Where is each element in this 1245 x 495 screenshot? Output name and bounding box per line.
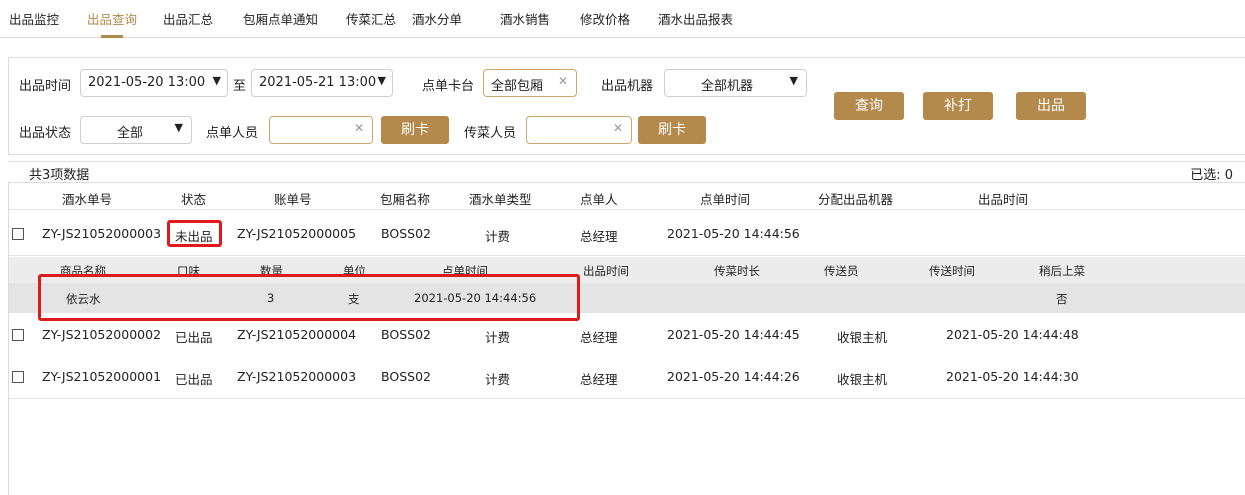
table-left-border <box>8 183 9 495</box>
table-value: 全部包厢 <box>491 79 544 94</box>
tab-drink-report[interactable]: 酒水出品报表 <box>658 9 733 28</box>
tab-drink-sales[interactable]: 酒水销售 <box>500 9 550 28</box>
col-bill-no: 账单号 <box>274 192 312 207</box>
room: BOSS02 <box>381 369 431 384</box>
orderer: 总经理 <box>580 330 618 345</box>
tab-monitor[interactable]: 出品监控 <box>9 9 59 28</box>
tab-summary[interactable]: 出品汇总 <box>163 9 213 28</box>
col-serve-time: 出品时间 <box>978 192 1029 207</box>
reprint-button[interactable]: 补打 <box>923 92 993 120</box>
machine-select[interactable]: 全部机器 ▼ <box>664 69 807 97</box>
col-type: 酒水单类型 <box>469 192 532 207</box>
order-no: ZY-JS21052000003 <box>42 226 162 241</box>
chevron-down-icon: ▼ <box>789 74 798 87</box>
orderer-input[interactable]: ✕ <box>269 116 373 144</box>
orderer: 总经理 <box>580 372 618 387</box>
serve-button[interactable]: 出品 <box>1016 92 1086 120</box>
serve-time: 2021-05-20 14:44:48 <box>946 327 1079 342</box>
tab-room-order-notice[interactable]: 包厢点单通知 <box>243 9 318 28</box>
col-machine: 分配出品机器 <box>818 192 894 207</box>
detail-item-later: 否 <box>1056 292 1068 306</box>
active-tab-indicator <box>101 35 123 38</box>
top-nav: 出品监控 出品查询 出品汇总 包厢点单通知 传菜汇总 酒水分单 酒水销售 修改价… <box>0 0 1245 38</box>
table-select[interactable]: 全部包厢 ✕ <box>483 69 577 97</box>
detail-col-duration: 传菜时长 <box>714 264 760 278</box>
swipe-card-button-server[interactable]: 刷卡 <box>638 116 706 144</box>
col-orderer: 点单人 <box>580 192 618 207</box>
order-time: 2021-05-20 14:44:26 <box>667 369 800 384</box>
col-status: 状态 <box>181 192 207 207</box>
detail-col-serve-time: 出品时间 <box>583 264 629 278</box>
server-label: 传菜人员 <box>464 126 517 141</box>
order-no: ZY-JS21052000001 <box>42 369 162 384</box>
col-room: 包厢名称 <box>380 192 431 207</box>
chevron-down-icon: ▼ <box>377 74 386 87</box>
type: 计费 <box>485 330 511 345</box>
tab-drink-split[interactable]: 酒水分单 <box>412 9 462 28</box>
bill-no: ZY-JS21052000003 <box>237 369 357 384</box>
table-row[interactable]: ZY-JS21052000001 已出品 ZY-JS21052000003 BO… <box>8 355 1245 399</box>
status-select[interactable]: 全部 ▼ <box>80 116 192 144</box>
summary-bar: 共3项数据 已选: 0 <box>8 161 1245 183</box>
swipe-card-button-orderer[interactable]: 刷卡 <box>381 116 449 144</box>
status-highlight-box <box>167 220 222 247</box>
bill-no: ZY-JS21052000005 <box>237 226 357 241</box>
start-time-select[interactable]: 2021-05-20 13:00 ▼ <box>80 69 228 97</box>
row-checkbox[interactable] <box>12 371 24 383</box>
clear-icon[interactable]: ✕ <box>613 121 623 135</box>
status: 已出品 <box>175 330 213 345</box>
end-time-value: 2021-05-21 13:00 <box>259 75 377 90</box>
selected-count: 已选: 0 <box>1190 168 1233 183</box>
end-time-select[interactable]: 2021-05-21 13:00 ▼ <box>251 69 393 97</box>
detail-col-later: 稍后上菜 <box>1039 264 1085 278</box>
order-no: ZY-JS21052000002 <box>42 327 162 342</box>
clear-icon[interactable]: ✕ <box>558 74 568 88</box>
start-time-value: 2021-05-20 13:00 <box>88 75 206 90</box>
filter-panel: 出品时间 2021-05-20 13:00 ▼ 至 2021-05-21 13:… <box>8 57 1245 155</box>
room: BOSS02 <box>381 327 431 342</box>
machine: 收银主机 <box>837 372 888 387</box>
tab-edit-price[interactable]: 修改价格 <box>580 9 630 28</box>
room: BOSS02 <box>381 226 431 241</box>
chevron-down-icon: ▼ <box>212 74 221 87</box>
clear-icon[interactable]: ✕ <box>354 121 364 135</box>
detail-col-send-time: 传送时间 <box>929 264 975 278</box>
record-count: 共3项数据 <box>29 168 90 183</box>
col-order-no: 酒水单号 <box>62 192 113 207</box>
tab-serve-summary[interactable]: 传菜汇总 <box>346 9 396 28</box>
machine-label: 出品机器 <box>601 79 654 94</box>
bill-no: ZY-JS21052000004 <box>237 327 357 342</box>
serve-time-label: 出品时间 <box>19 79 72 94</box>
type: 计费 <box>485 372 511 387</box>
table-label: 点单卡台 <box>422 79 475 94</box>
col-order-time: 点单时间 <box>700 192 751 207</box>
detail-highlight-box <box>38 274 580 321</box>
status-label: 出品状态 <box>19 126 72 141</box>
detail-col-runner: 传送员 <box>824 264 859 278</box>
type: 计费 <box>485 229 511 244</box>
table-header: 酒水单号 状态 账单号 包厢名称 酒水单类型 点单人 点单时间 分配出品机器 出… <box>8 184 1245 210</box>
order-time: 2021-05-20 14:44:45 <box>667 327 800 342</box>
tab-query[interactable]: 出品查询 <box>87 9 137 28</box>
row-checkbox[interactable] <box>12 329 24 341</box>
machine: 收银主机 <box>837 330 888 345</box>
orderer-label: 点单人员 <box>206 126 259 141</box>
machine-value: 全部机器 <box>701 79 754 94</box>
status: 已出品 <box>175 372 213 387</box>
server-input[interactable]: ✕ <box>526 116 632 144</box>
status-value: 全部 <box>117 126 144 141</box>
orderer: 总经理 <box>580 229 618 244</box>
query-button[interactable]: 查询 <box>834 92 904 120</box>
row-checkbox[interactable] <box>12 228 24 240</box>
serve-time: 2021-05-20 14:44:30 <box>946 369 1079 384</box>
chevron-down-icon: ▼ <box>174 121 183 134</box>
to-label: 至 <box>233 79 247 94</box>
order-time: 2021-05-20 14:44:56 <box>667 226 800 241</box>
